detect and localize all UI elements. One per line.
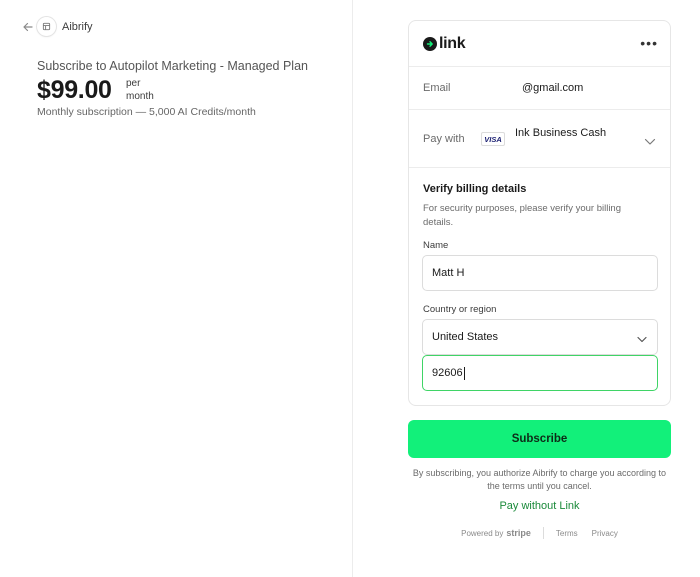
price-interval-line1: per xyxy=(126,78,141,89)
zip-input[interactable]: 92606 xyxy=(422,355,658,391)
terms-text: By subscribing, you authorize Aibrify to… xyxy=(412,468,667,491)
verify-billing-title: Verify billing details xyxy=(423,183,527,195)
order-summary-panel: Aibrify Subscribe to Autopilot Marketing… xyxy=(0,0,352,577)
footer: Powered by stripe Terms Privacy xyxy=(408,527,671,539)
country-select-value: United States xyxy=(432,331,499,343)
subscription-description: Monthly subscription — 5,000 AI Credits/… xyxy=(37,106,256,118)
pay-without-link-button[interactable]: Pay without Link xyxy=(408,500,671,512)
pay-with-label: Pay with xyxy=(423,133,465,145)
subscribe-button[interactable]: Subscribe xyxy=(408,420,671,458)
zip-input-value: 92606 xyxy=(432,367,463,379)
more-options-icon[interactable]: ••• xyxy=(640,35,658,51)
price-interval-line2: month xyxy=(126,90,154,102)
selected-card-name[interactable]: Ink Business Cash xyxy=(515,127,606,139)
name-input-value: Matt H xyxy=(432,267,465,279)
stripe-logo[interactable]: stripe xyxy=(506,528,531,538)
back-arrow-icon[interactable] xyxy=(21,20,35,34)
powered-by-text: Powered by xyxy=(461,528,504,538)
payment-panel: link ••• Email @gmail.com Pay with VISA … xyxy=(353,0,700,577)
name-label: Name xyxy=(423,240,449,251)
chevron-down-icon xyxy=(637,334,647,343)
link-logo-text: link xyxy=(439,35,466,52)
email-value: @gmail.com xyxy=(522,82,584,94)
email-label: Email xyxy=(423,82,451,94)
privacy-link[interactable]: Privacy xyxy=(592,529,618,538)
name-input[interactable]: Matt H xyxy=(422,255,658,291)
merchant-store-icon xyxy=(37,17,56,36)
terms-link[interactable]: Terms xyxy=(556,529,578,538)
country-select[interactable]: United States xyxy=(422,319,658,355)
price-amount: $99.00 xyxy=(37,76,112,104)
price-interval: per month xyxy=(126,78,154,103)
link-payment-card: link ••• Email @gmail.com Pay with VISA … xyxy=(408,20,671,406)
country-label: Country or region xyxy=(423,304,497,315)
merchant-name: Aibrify xyxy=(62,21,93,33)
divider xyxy=(409,66,670,67)
chevron-down-icon[interactable] xyxy=(644,133,656,145)
text-cursor xyxy=(463,366,465,380)
footer-separator xyxy=(542,527,544,539)
divider xyxy=(409,167,670,168)
link-logo: link xyxy=(423,35,466,53)
product-title: Subscribe to Autopilot Marketing - Manag… xyxy=(37,59,308,73)
verify-billing-text: For security purposes, please verify you… xyxy=(423,203,622,228)
divider xyxy=(409,109,670,110)
link-arrow-icon xyxy=(423,37,437,51)
visa-card-icon: VISA xyxy=(481,132,505,146)
